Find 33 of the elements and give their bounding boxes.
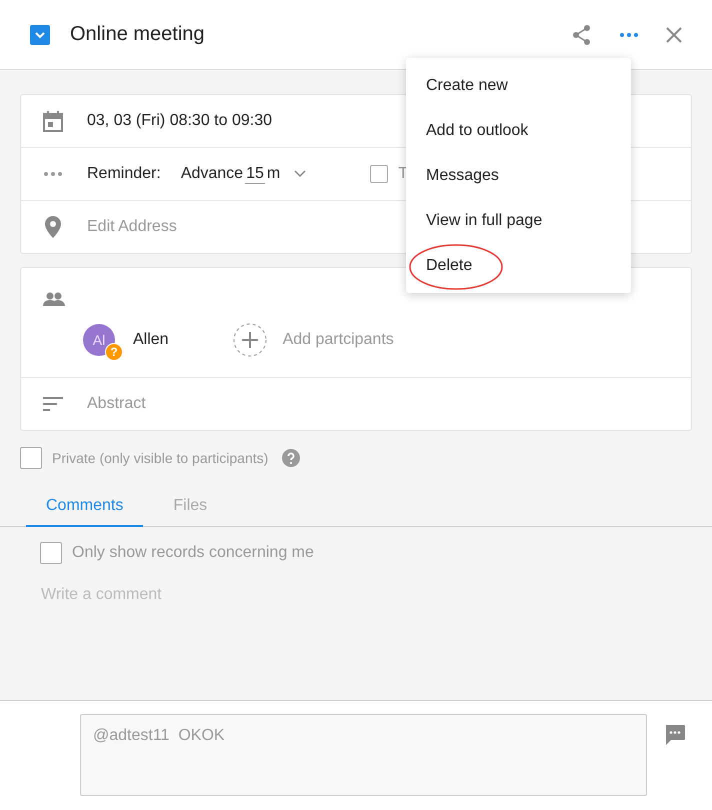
location-pin-icon bbox=[43, 216, 63, 238]
help-icon[interactable] bbox=[282, 449, 300, 467]
avatar-initials: Al bbox=[92, 332, 106, 348]
close-icon[interactable] bbox=[666, 26, 682, 42]
more-icon bbox=[43, 172, 63, 176]
text-lines-icon bbox=[43, 397, 63, 411]
menu-item[interactable]: Messages bbox=[406, 153, 631, 198]
add-circle-icon bbox=[232, 323, 267, 357]
chat-bubble-icon[interactable] bbox=[664, 724, 686, 746]
filter-label: Only show records concerning me bbox=[72, 544, 314, 562]
checkbox[interactable] bbox=[370, 165, 388, 183]
calendar-icon bbox=[43, 110, 63, 132]
reminder-input[interactable]: 15 bbox=[245, 164, 265, 184]
more-icon[interactable] bbox=[620, 32, 638, 36]
window-title: Online meeting bbox=[70, 23, 206, 46]
checkbox[interactable] bbox=[30, 24, 50, 44]
participant-name: Allen bbox=[133, 331, 169, 349]
people-icon bbox=[43, 292, 65, 306]
date-text: 03, 03 (Fri) 08:30 to 09:30 bbox=[87, 112, 272, 130]
share-icon[interactable] bbox=[572, 24, 592, 46]
menu-item[interactable]: View in full page bbox=[406, 198, 631, 243]
reminder-label: Reminder: bbox=[87, 165, 161, 183]
menu-item[interactable]: Delete bbox=[406, 243, 631, 288]
checkbox[interactable] bbox=[20, 447, 42, 469]
chevron-down-icon[interactable] bbox=[294, 170, 306, 178]
private-label: Private (only visible to participants) bbox=[52, 450, 268, 466]
reminder-prefix: Advance bbox=[180, 165, 244, 183]
checkbox[interactable] bbox=[40, 542, 62, 564]
reminder-unit: m bbox=[266, 165, 280, 183]
status-badge: ? bbox=[105, 343, 123, 361]
menu-item[interactable]: Add to outlook bbox=[406, 108, 631, 153]
menu-item[interactable]: Create new bbox=[406, 63, 631, 108]
empty-comments-text: Write a comment bbox=[40, 585, 163, 604]
